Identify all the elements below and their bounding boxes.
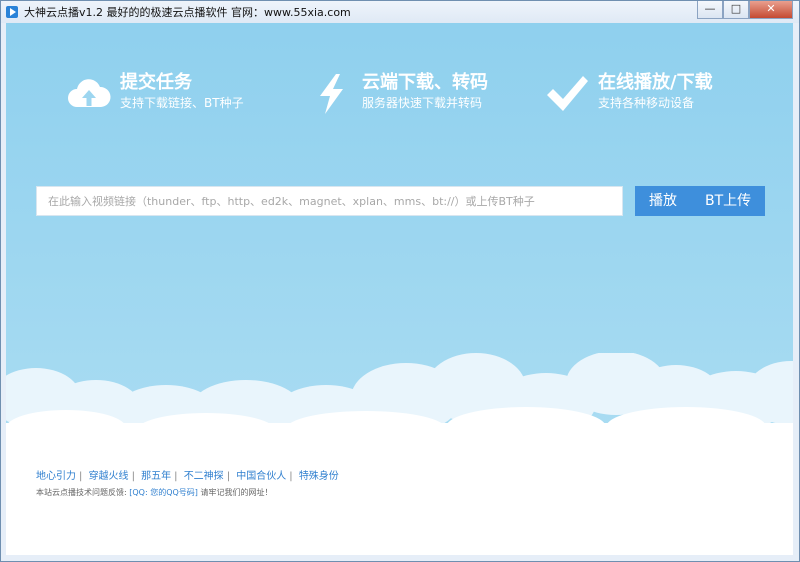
play-button[interactable]: 播放 xyxy=(635,186,691,216)
feedback-note: 本站云点播技术问题反馈: [QQ: 您的QQ号码] 请牢记我们的网址！ xyxy=(36,487,272,498)
qq-link[interactable]: [QQ: 您的QQ号码] xyxy=(129,488,198,497)
client-area: 提交任务 支持下载链接、BT种子 云端下载、转码 服务器快速下载并转码 在线播放… xyxy=(6,23,793,555)
footer-links: 地心引力 | 穿越火线 | 那五年 | 不二神探 | 中国合伙人 | 特殊身份 xyxy=(36,471,339,482)
title-bar[interactable]: 大神云点播v1.2 最好的的极速云点播软件 官网：www.55xia.com —… xyxy=(1,1,799,23)
window-controls: — □ ✕ xyxy=(697,1,793,19)
search-row: 播放 BT上传 xyxy=(36,186,766,216)
cloud-upload-icon xyxy=(68,79,111,107)
maximize-button[interactable]: □ xyxy=(723,1,749,19)
feature-online-play: 在线播放/下载 支持各种移动设备 xyxy=(544,71,713,117)
feature-row: 提交任务 支持下载链接、BT种子 云端下载、转码 服务器快速下载并转码 在线播放… xyxy=(6,71,793,131)
footer-link[interactable]: 中国合伙人 xyxy=(236,471,286,482)
footer-link[interactable]: 特殊身份 xyxy=(299,471,339,482)
minimize-button[interactable]: — xyxy=(697,1,723,19)
close-button[interactable]: ✕ xyxy=(749,1,793,19)
footer-link[interactable]: 那五年 xyxy=(141,471,171,482)
feature-subtitle: 支持下载链接、BT种子 xyxy=(120,96,244,110)
feature-title: 提交任务 xyxy=(120,72,192,93)
feature-subtitle: 服务器快速下载并转码 xyxy=(362,96,483,110)
feature-subtitle: 支持各种移动设备 xyxy=(598,96,695,110)
feature-cloud-download: 云端下载、转码 服务器快速下载并转码 xyxy=(308,71,488,117)
checkmark-icon xyxy=(547,76,588,111)
app-window: 大神云点播v1.2 最好的的极速云点播软件 官网：www.55xia.com —… xyxy=(0,0,800,562)
action-buttons: 播放 BT上传 xyxy=(635,186,766,216)
app-logo-icon xyxy=(6,6,18,18)
clouds-decoration xyxy=(6,353,793,453)
window-title: 大神云点播v1.2 最好的的极速云点播软件 官网：www.55xia.com xyxy=(24,6,351,19)
note-prefix: 本站云点播技术问题反馈: xyxy=(36,488,127,497)
note-suffix: 请牢记我们的网址！ xyxy=(200,488,273,497)
bt-upload-button[interactable]: BT上传 xyxy=(691,186,765,216)
feature-title: 云端下载、转码 xyxy=(362,72,488,93)
video-link-input[interactable] xyxy=(36,186,623,216)
footer-link[interactable]: 地心引力 xyxy=(36,471,76,482)
lightning-icon xyxy=(320,74,343,114)
footer-link[interactable]: 穿越火线 xyxy=(89,471,129,482)
feature-title: 在线播放/下载 xyxy=(598,72,713,93)
footer-link[interactable]: 不二神探 xyxy=(184,471,224,482)
feature-submit-task: 提交任务 支持下载链接、BT种子 xyxy=(66,71,244,117)
